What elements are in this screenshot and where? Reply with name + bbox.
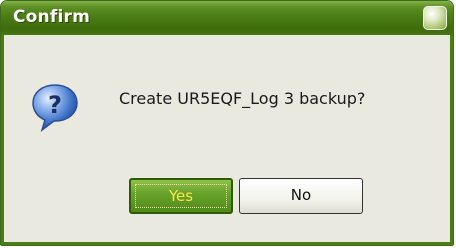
titlebar-orb-icon[interactable]: [423, 6, 447, 30]
window-frame-left: [1, 35, 4, 245]
no-button-label: No: [290, 186, 312, 204]
title-bar[interactable]: Confirm: [1, 1, 453, 35]
no-button[interactable]: No: [239, 178, 363, 214]
dialog-message: Create UR5EQF_Log 3 backup?: [119, 89, 366, 108]
question-icon: ?: [32, 84, 78, 132]
svg-text:?: ?: [48, 91, 62, 119]
window-frame-bottom: [1, 242, 453, 245]
window-title: Confirm: [13, 7, 90, 27]
yes-button[interactable]: Yes: [129, 178, 233, 214]
yes-button-label: Yes: [168, 187, 194, 205]
confirm-dialog: Confirm ? Create UR5EQF_Log 3 backup? Ye…: [0, 0, 454, 246]
window-frame-right: [450, 35, 453, 245]
